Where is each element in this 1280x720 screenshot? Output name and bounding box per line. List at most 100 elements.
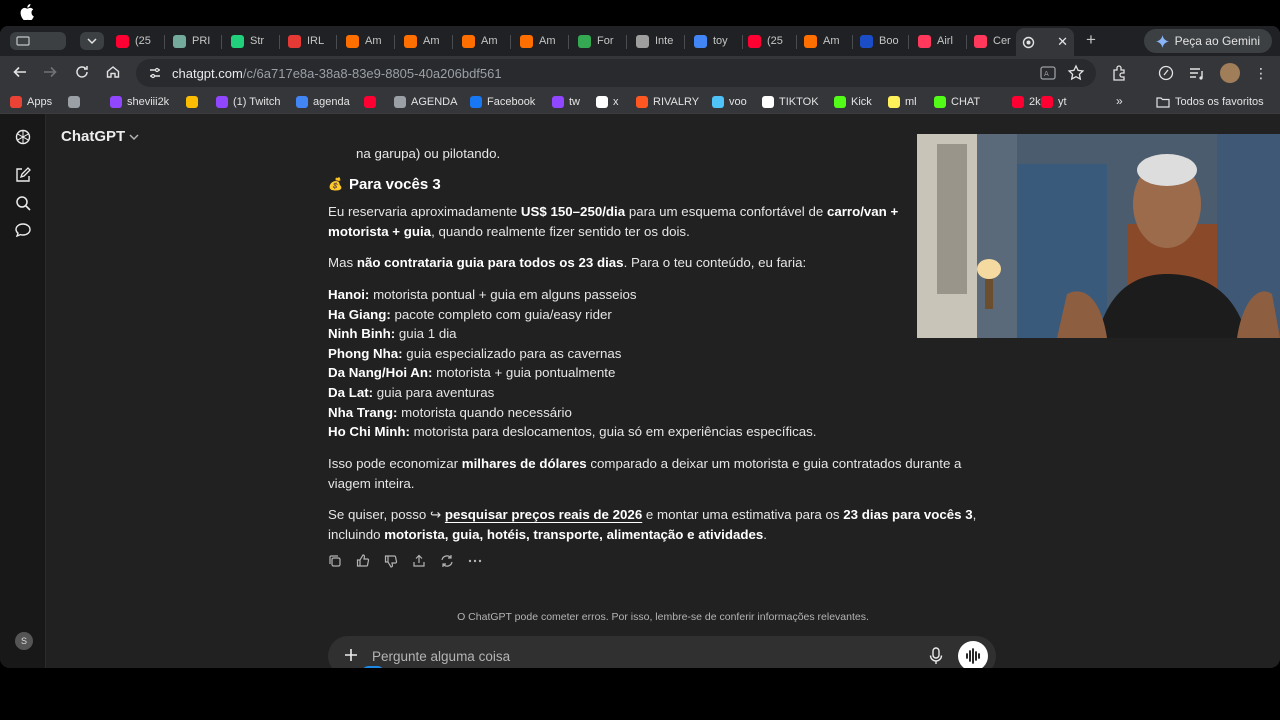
gemini-button[interactable]: Peça ao Gemini <box>1143 29 1272 53</box>
bookmark-item[interactable] <box>186 94 198 110</box>
bookmark-item[interactable] <box>68 94 80 110</box>
bookmark-item[interactable]: RIVALRY <box>636 94 699 110</box>
close-tab-icon[interactable]: ✕ <box>1057 34 1068 50</box>
model-selector[interactable]: ChatGPT <box>61 128 139 145</box>
translate-icon[interactable]: A <box>1038 63 1058 83</box>
browser-tab[interactable]: (25 <box>110 30 162 52</box>
forward-button[interactable] <box>41 64 59 82</box>
thumbs-down-icon[interactable] <box>384 554 398 568</box>
bookmark-item[interactable]: 2k <box>1012 94 1041 110</box>
bookmark-item[interactable]: yt <box>1041 94 1067 110</box>
address-bar[interactable]: chatgpt.com/c/6a717e8a-38a8-83e9-8805-40… <box>136 59 1096 87</box>
bookmark-item[interactable]: tw <box>552 94 580 110</box>
browser-tab[interactable]: Inte <box>630 30 682 52</box>
bookmark-label: TIKTOK <box>779 96 819 108</box>
media-controls-icon[interactable] <box>1187 63 1207 83</box>
bookmark-item[interactable]: Kick <box>834 94 872 110</box>
home-button[interactable] <box>104 64 122 82</box>
chevron-down-icon <box>129 133 139 140</box>
bookmark-item[interactable]: AGENDA <box>394 94 457 110</box>
followup-arrow-icon: ↪ <box>430 507 442 522</box>
chatgpt-favicon-icon <box>1022 36 1035 48</box>
bookmark-favicon-icon <box>596 96 608 108</box>
bookmark-item[interactable]: agenda <box>296 94 350 110</box>
bookmark-item[interactable]: sheviii2k <box>110 94 169 110</box>
itinerary-list: Hanoi: motorista pontual + guia em algun… <box>328 285 998 442</box>
browser-tab[interactable]: Boo <box>854 30 906 52</box>
browser-tab[interactable]: Am <box>798 30 850 52</box>
browser-tab[interactable]: Am <box>398 30 450 52</box>
tab-chatgpt-active[interactable]: ✕ <box>1016 28 1074 56</box>
bookmark-favicon-icon <box>934 96 946 108</box>
browser-tab[interactable]: Am <box>514 30 566 52</box>
browser-tab[interactable]: IRL <box>282 30 334 52</box>
browser-tab[interactable]: (25 <box>742 30 794 52</box>
regenerate-icon[interactable] <box>440 554 454 568</box>
tab-separator <box>336 35 337 49</box>
followup-link[interactable]: pesquisar preços reais de 2026 <box>445 507 642 522</box>
chat-bubble-icon[interactable] <box>14 221 32 239</box>
profile-avatar[interactable] <box>1220 63 1240 83</box>
bookmarks-overflow-icon[interactable]: » <box>1116 94 1123 108</box>
tab-favicon-icon <box>636 34 649 48</box>
user-avatar[interactable]: S <box>15 632 33 650</box>
bookmark-label: voo <box>729 96 747 108</box>
arrow-right-icon <box>44 66 57 78</box>
bookmark-item[interactable]: voo <box>712 94 747 110</box>
tab-favicon-icon <box>918 34 931 48</box>
tab-favicon-icon <box>520 34 533 48</box>
tab-favicon-icon <box>860 34 873 48</box>
copy-icon[interactable] <box>328 554 342 568</box>
back-button[interactable] <box>11 64 29 82</box>
new-tab-button[interactable]: + <box>1082 31 1100 49</box>
more-options-icon[interactable] <box>468 554 482 568</box>
browser-tab[interactable]: Am <box>456 30 508 52</box>
bookmark-item[interactable]: ml <box>888 94 917 110</box>
browser-tab[interactable]: Cer <box>968 30 1020 52</box>
svg-text:A: A <box>1044 70 1049 78</box>
bookmark-item[interactable]: Facebook <box>470 94 535 110</box>
extensions-icon[interactable] <box>1110 63 1130 83</box>
bookmark-item[interactable] <box>364 94 376 110</box>
browser-tab[interactable]: PRI <box>167 30 219 52</box>
microphone-icon[interactable] <box>928 647 944 665</box>
bookmark-item[interactable]: Apps <box>10 94 52 110</box>
menu-kebab-icon[interactable]: ⋮ <box>1254 63 1268 83</box>
bookmark-item[interactable]: TIKTOK <box>762 94 819 110</box>
bookmark-favicon-icon <box>834 96 846 108</box>
new-chat-icon[interactable] <box>14 166 32 184</box>
all-bookmarks-folder[interactable]: Todos os favoritos <box>1156 94 1264 110</box>
browser-tab[interactable]: toy <box>688 30 740 52</box>
performance-icon[interactable] <box>1156 63 1176 83</box>
list-item-plan: motorista + guia pontualmente <box>432 365 616 381</box>
openai-logo-icon[interactable] <box>14 128 32 146</box>
bookmark-favicon-icon <box>552 96 564 108</box>
bookmark-label: sheviii2k <box>127 96 170 108</box>
bookmark-item[interactable]: (1) Twitch <box>216 94 280 110</box>
plus-icon[interactable] <box>342 646 360 664</box>
prompt-input[interactable] <box>372 646 872 666</box>
paragraph-savings: Isso pode economizar milhares de dólares… <box>328 456 962 491</box>
extension-badge-icon <box>361 666 385 668</box>
site-info-icon[interactable] <box>148 66 162 80</box>
thumbs-up-icon[interactable] <box>356 554 370 568</box>
browser-tab[interactable]: Airl <box>912 30 964 52</box>
bookmark-favicon-icon <box>470 96 482 108</box>
share-icon[interactable] <box>412 554 426 568</box>
apple-logo-icon[interactable] <box>20 4 34 20</box>
reload-button[interactable] <box>73 64 91 82</box>
voice-mode-button[interactable] <box>958 641 988 668</box>
bookmark-favicon-icon <box>68 96 80 108</box>
bookmark-item[interactable]: x <box>596 94 619 110</box>
tab-search-button[interactable] <box>80 32 104 50</box>
search-icon[interactable] <box>14 194 32 212</box>
browser-tab[interactable]: For <box>572 30 624 52</box>
extension-badge[interactable] <box>361 666 385 668</box>
browser-tab[interactable]: Str <box>225 30 277 52</box>
bookmark-item[interactable]: CHAT <box>934 94 980 110</box>
browser-tab[interactable]: Am <box>340 30 392 52</box>
list-item-plan: pacote completo com guia/easy rider <box>390 306 612 322</box>
bookmark-star-icon[interactable] <box>1066 63 1086 83</box>
tab-group-collapsed[interactable] <box>10 32 66 50</box>
tab-label: Inte <box>655 35 674 47</box>
